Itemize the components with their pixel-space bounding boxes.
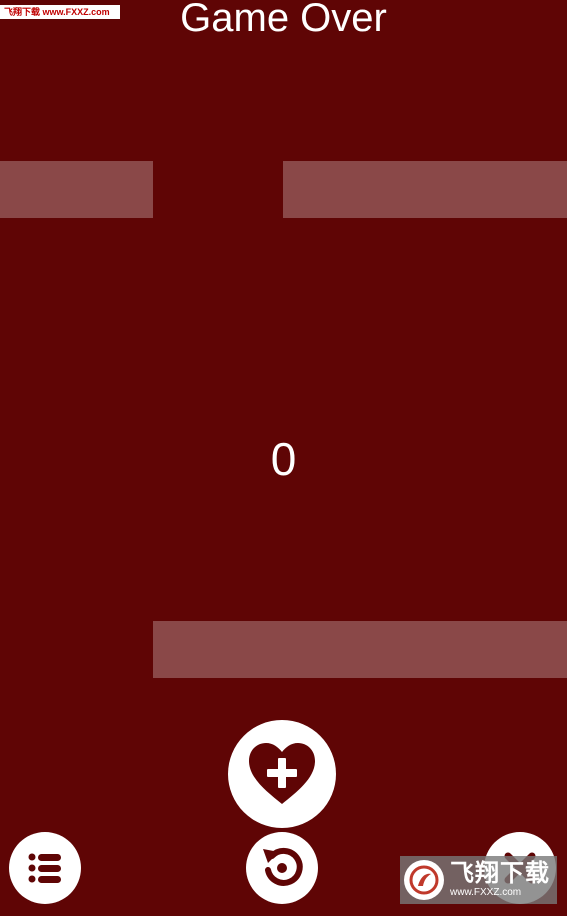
obstacle-bar-bottom	[153, 621, 567, 678]
score-value: 0	[270, 433, 297, 485]
menu-button[interactable]	[9, 832, 81, 904]
heart-plus-icon	[249, 743, 315, 804]
extra-life-button[interactable]	[228, 720, 336, 828]
obstacle-bar-top-right	[283, 161, 567, 218]
watermark-url: www.FXXZ.com	[450, 887, 522, 898]
list-icon	[28, 853, 61, 883]
restart-icon	[263, 847, 303, 886]
watermark-logo-badge: 飞翔下载 www.FXXZ.com	[400, 856, 557, 904]
watermark-text: 飞翔下载	[450, 860, 550, 887]
game-over-title: Game Over	[180, 0, 387, 40]
obstacle-bar-top-left	[0, 161, 153, 218]
fxxz-logo-icon	[404, 860, 444, 900]
restart-button[interactable]	[246, 832, 318, 904]
